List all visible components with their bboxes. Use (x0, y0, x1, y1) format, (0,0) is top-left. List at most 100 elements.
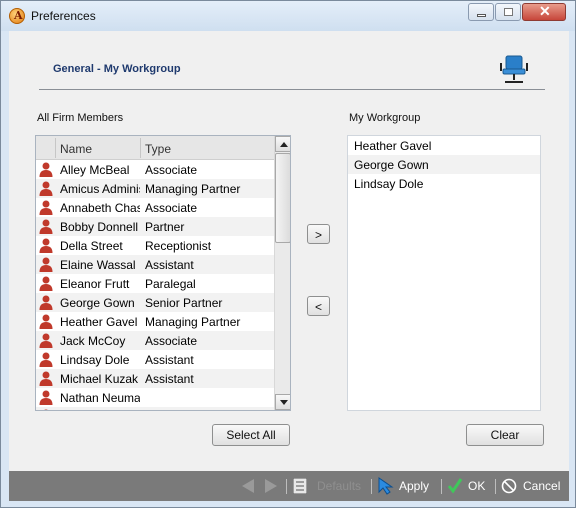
member-name: Alley McBeal (60, 163, 130, 177)
office-chair-icon (500, 55, 528, 83)
person-icon (39, 352, 53, 367)
member-type: Senior Partner (145, 296, 223, 310)
table-row[interactable]: Jack McCoy Associate (36, 331, 274, 350)
clear-label: Clear (490, 428, 520, 442)
table-row[interactable]: Lindsay Dole Assistant (36, 350, 274, 369)
person-icon (39, 162, 53, 177)
column-header-type[interactable]: Type (145, 142, 171, 156)
list-item[interactable]: Lindsay Dole (348, 174, 540, 193)
close-button[interactable]: ✕ (522, 3, 566, 21)
person-icon (39, 295, 53, 310)
toolbar-divider (495, 479, 496, 494)
member-name: Nathan Neuman (60, 391, 140, 405)
arrow-up-icon (280, 142, 288, 147)
member-type: Assistant (145, 258, 194, 272)
section-divider (39, 89, 545, 90)
member-type: Managing Partner (145, 182, 241, 196)
defaults-button[interactable]: Defaults (317, 479, 361, 493)
table-row[interactable]: Della Street Receptionist (36, 236, 274, 255)
member-name: Michael Kuzak (60, 372, 139, 386)
scroll-down-button[interactable] (275, 394, 290, 410)
minimize-icon (477, 14, 486, 17)
column-header-name[interactable]: Name (60, 142, 92, 156)
person-icon (39, 257, 53, 272)
add-to-workgroup-button[interactable]: > (307, 224, 330, 244)
my-workgroup-label: My Workgroup (349, 112, 421, 124)
column-divider (140, 138, 141, 158)
member-name: Elaine Wassal (60, 258, 136, 272)
remove-button-label: < (314, 300, 322, 314)
list-item[interactable]: Heather Gavel (348, 136, 540, 155)
member-type: Associate (145, 201, 198, 215)
preferences-panel: General - My Workgroup All Firm Members … (9, 31, 569, 471)
select-all-button[interactable]: Select All (212, 424, 290, 446)
table-row[interactable]: Annabeth Chase Associate (36, 198, 274, 217)
member-type: Receptionist (145, 239, 212, 253)
workgroup-list[interactable]: Heather Gavel George Gown Lindsay Dole (347, 135, 541, 411)
cancel-button[interactable]: Cancel (523, 479, 560, 493)
member-name: Bobby Donnell (60, 220, 139, 234)
toolbar-divider (371, 479, 372, 494)
scroll-up-button[interactable] (275, 136, 290, 152)
member-name: Annabeth Chase (60, 201, 140, 215)
member-name: Jack McCoy (60, 334, 126, 348)
toolbar-divider (441, 479, 442, 494)
remove-from-workgroup-button[interactable]: < (307, 296, 330, 316)
previous-arrow-icon[interactable] (241, 479, 255, 493)
apply-button[interactable]: Apply (399, 479, 429, 493)
scroll-thumb[interactable] (275, 153, 290, 243)
window-title: Preferences (31, 9, 96, 23)
preferences-window: A Preferences ✕ General - My Workgroup A… (0, 0, 576, 508)
table-row[interactable]: George Gown Senior Partner (36, 293, 274, 312)
table-row[interactable]: Heather Gavel Managing Partner (36, 312, 274, 331)
person-icon (39, 390, 53, 405)
arrow-down-icon (280, 400, 288, 405)
table-row[interactable]: Elaine Wassal Assistant (36, 255, 274, 274)
table-row[interactable]: Amicus Adminis Managing Partner (36, 179, 274, 198)
person-icon (39, 276, 53, 291)
list-item-label: George Gown (354, 158, 429, 172)
table-row[interactable]: Eleanor Frutt Paralegal (36, 274, 274, 293)
table-row[interactable]: Alley McBeal Associate (36, 160, 274, 179)
person-icon (39, 371, 53, 386)
table-row[interactable]: Bobby Donnell Partner (36, 217, 274, 236)
table-row[interactable]: Nathan Neuman (36, 388, 274, 407)
maximize-icon (504, 8, 513, 16)
table-row[interactable]: Perry M P (36, 407, 274, 411)
minimize-button[interactable] (468, 3, 494, 21)
member-type: Managing Partner (145, 315, 241, 329)
member-type: Paralegal (145, 277, 196, 291)
member-name: Amicus Adminis (60, 182, 140, 196)
member-type: Assistant (145, 372, 194, 386)
all-members-label: All Firm Members (37, 112, 124, 124)
app-logo-icon: A (9, 8, 25, 24)
member-name: Della Street (60, 239, 123, 253)
person-icon (39, 333, 53, 348)
toolbar-divider (286, 479, 287, 494)
title-bar[interactable]: A Preferences ✕ (1, 1, 575, 31)
person-icon (39, 238, 53, 253)
ok-button[interactable]: OK (468, 479, 485, 493)
person-icon (39, 181, 53, 196)
add-button-label: > (314, 228, 322, 242)
member-name: Heather Gavel (60, 315, 138, 329)
member-name: George Gown (60, 296, 135, 310)
clear-button[interactable]: Clear (466, 424, 544, 446)
list-item[interactable]: George Gown (348, 155, 540, 174)
members-table[interactable]: Name Type Alley McBeal Associate Amicus Ad… (35, 135, 291, 411)
next-arrow-icon[interactable] (264, 479, 278, 493)
apply-cursor-icon (378, 477, 394, 495)
section-title: General - My Workgroup (53, 63, 181, 75)
table-header: Name Type (36, 136, 274, 160)
select-all-label: Select All (226, 428, 276, 442)
maximize-button[interactable] (495, 3, 521, 21)
member-name: Lindsay Dole (60, 353, 130, 367)
members-scrollbar[interactable] (274, 136, 290, 410)
checkmark-icon (447, 478, 463, 494)
list-item-label: Heather Gavel (354, 139, 432, 153)
member-type: P (145, 410, 273, 411)
person-icon (39, 219, 53, 234)
member-type: Associate (145, 163, 198, 177)
member-name: Perry M (60, 410, 140, 411)
table-row[interactable]: Michael Kuzak Assistant (36, 369, 274, 388)
